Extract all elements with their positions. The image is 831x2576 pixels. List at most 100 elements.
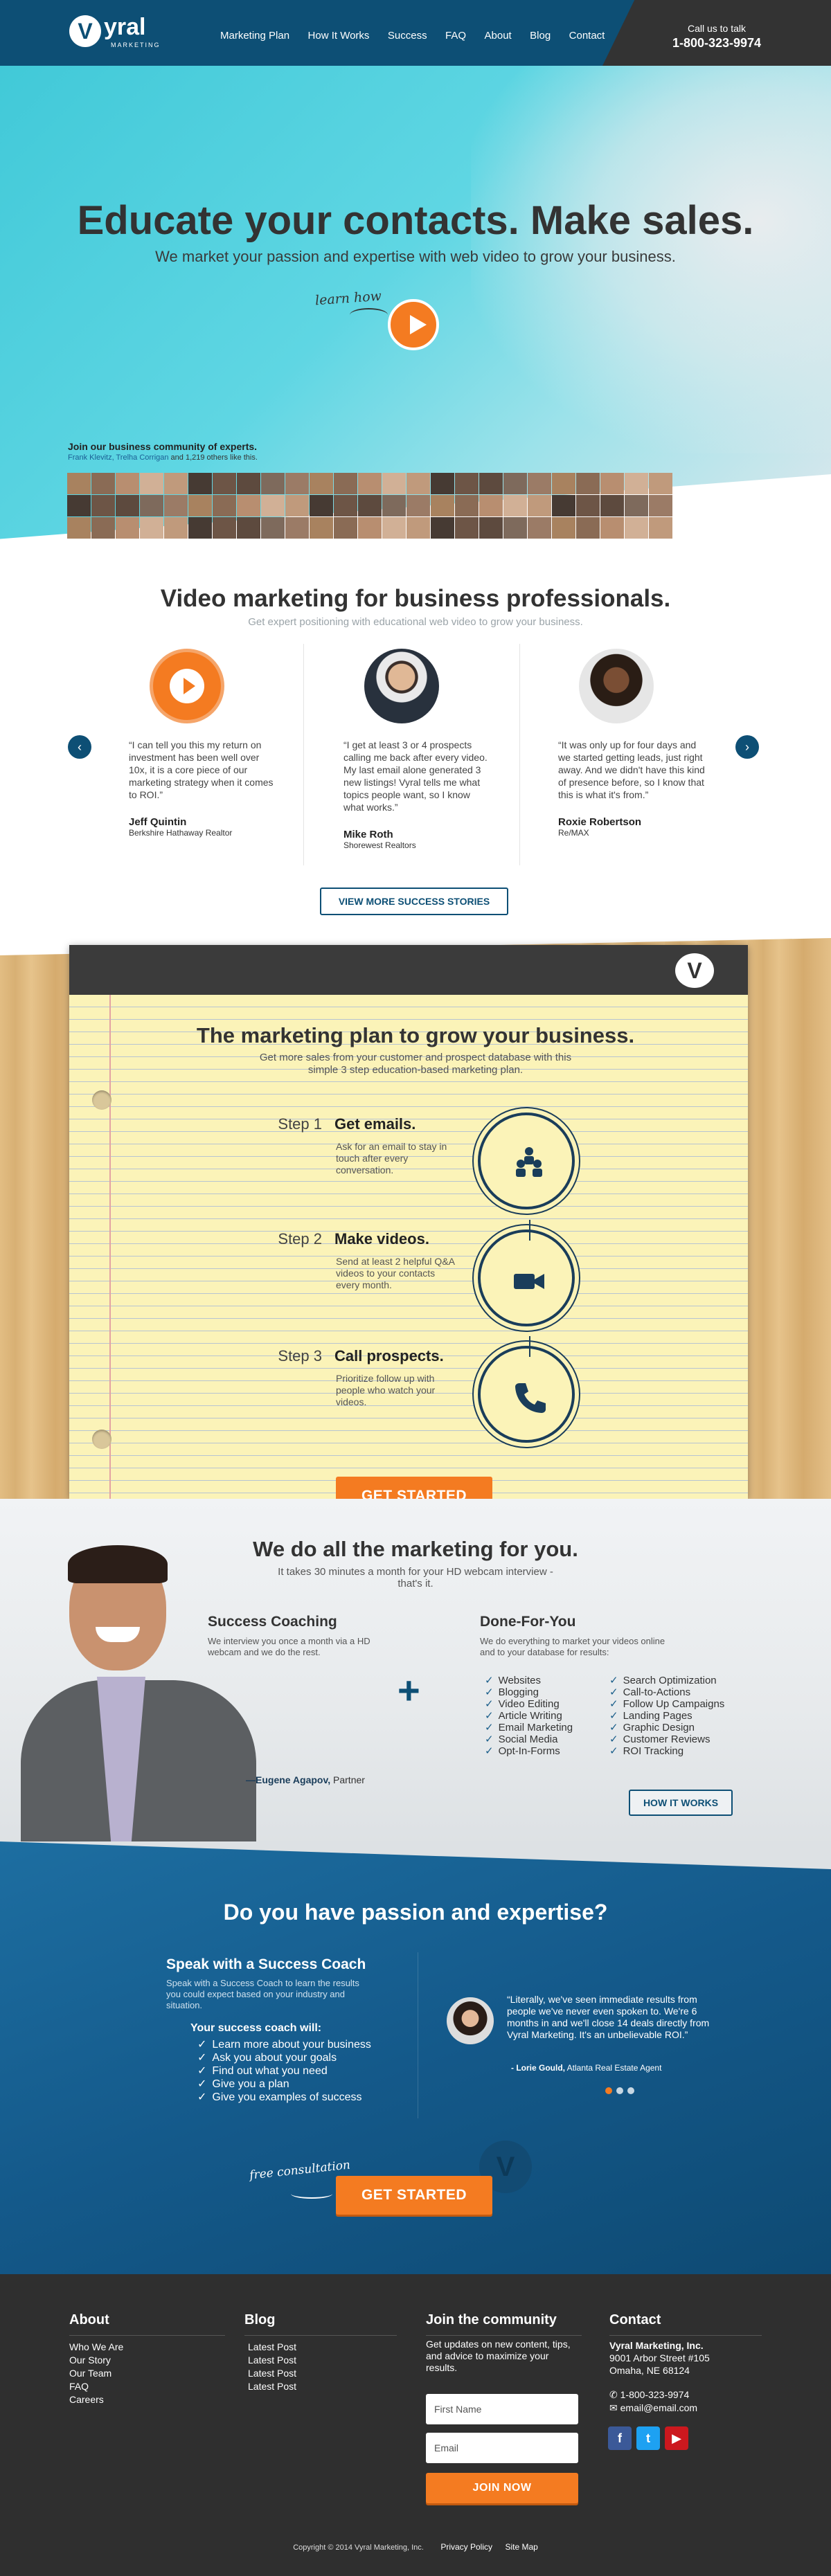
member-avatar[interactable]: [455, 495, 479, 516]
member-avatar[interactable]: [67, 517, 91, 539]
member-avatar[interactable]: [358, 517, 382, 539]
member-avatar[interactable]: [406, 495, 430, 516]
member-avatar[interactable]: [91, 517, 115, 539]
member-avatar[interactable]: [479, 495, 503, 516]
member-avatar[interactable]: [600, 473, 624, 494]
member-avatar[interactable]: [334, 495, 357, 516]
member-avatar[interactable]: [334, 517, 357, 539]
member-avatar[interactable]: [479, 473, 503, 494]
nav-about[interactable]: About: [485, 30, 512, 42]
member-avatar[interactable]: [116, 495, 139, 516]
member-avatar[interactable]: [164, 473, 188, 494]
view-success-stories-button[interactable]: VIEW MORE SUCCESS STORIES: [320, 888, 508, 915]
member-avatar[interactable]: [528, 495, 551, 516]
member-avatar[interactable]: [334, 473, 357, 494]
member-avatar[interactable]: [261, 495, 285, 516]
member-avatar[interactable]: [552, 473, 575, 494]
member-avatar[interactable]: [237, 473, 260, 494]
member-avatar[interactable]: [285, 473, 309, 494]
youtube-icon[interactable]: ▶: [665, 2426, 688, 2450]
member-avatar[interactable]: [503, 517, 527, 539]
member-avatar[interactable]: [552, 495, 575, 516]
member-avatar[interactable]: [261, 473, 285, 494]
member-avatar[interactable]: [140, 473, 163, 494]
footer-link[interactable]: Latest Post: [248, 2380, 296, 2393]
member-avatar[interactable]: [528, 473, 551, 494]
member-avatar[interactable]: [406, 473, 430, 494]
join-now-button[interactable]: JOIN NOW: [426, 2473, 578, 2503]
member-avatar[interactable]: [600, 517, 624, 539]
prev-arrow-icon[interactable]: ‹: [68, 735, 91, 759]
member-avatar[interactable]: [213, 495, 236, 516]
member-avatar[interactable]: [67, 473, 91, 494]
member-avatar[interactable]: [164, 495, 188, 516]
header-phone[interactable]: 1-800-323-9974: [651, 36, 783, 51]
carousel-dot[interactable]: [616, 2087, 623, 2094]
nav-contact[interactable]: Contact: [569, 30, 605, 42]
video-play-avatar[interactable]: [150, 649, 224, 723]
member-avatar[interactable]: [237, 495, 260, 516]
nav-success[interactable]: Success: [388, 30, 427, 42]
member-avatar[interactable]: [503, 495, 527, 516]
member-avatar[interactable]: [431, 517, 454, 539]
member-avatar[interactable]: [285, 517, 309, 539]
member-avatar[interactable]: [600, 495, 624, 516]
sitemap-link[interactable]: Site Map: [505, 2542, 537, 2552]
member-avatar[interactable]: [649, 473, 672, 494]
member-avatar[interactable]: [116, 517, 139, 539]
member-avatar[interactable]: [140, 517, 163, 539]
member-avatar[interactable]: [382, 473, 406, 494]
nav-faq[interactable]: FAQ: [445, 30, 466, 42]
member-avatar[interactable]: [213, 473, 236, 494]
nav-blog[interactable]: Blog: [530, 30, 551, 42]
member-avatar[interactable]: [576, 495, 600, 516]
next-arrow-icon[interactable]: ›: [735, 735, 759, 759]
nav-marketing-plan[interactable]: Marketing Plan: [220, 30, 289, 42]
member-avatar[interactable]: [625, 517, 648, 539]
member-avatar[interactable]: [528, 517, 551, 539]
footer-link[interactable]: Latest Post: [248, 2367, 296, 2380]
member-avatar[interactable]: [67, 495, 91, 516]
member-avatar[interactable]: [116, 473, 139, 494]
member-avatar[interactable]: [358, 495, 382, 516]
member-avatar[interactable]: [382, 495, 406, 516]
member-avatar[interactable]: [382, 517, 406, 539]
member-avatar[interactable]: [649, 495, 672, 516]
logo[interactable]: V yral MARKETING: [69, 14, 173, 52]
get-started-button[interactable]: GET STARTED: [336, 2176, 492, 2215]
member-avatar[interactable]: [576, 473, 600, 494]
email-input[interactable]: Email: [426, 2433, 578, 2463]
footer-email[interactable]: ✉ email@email.com: [609, 2402, 697, 2414]
footer-link[interactable]: Careers: [69, 2393, 123, 2406]
privacy-link[interactable]: Privacy Policy: [440, 2542, 492, 2552]
member-avatar[interactable]: [261, 517, 285, 539]
how-it-works-button[interactable]: HOW IT WORKS: [629, 1790, 733, 1816]
play-video-button[interactable]: [388, 299, 439, 350]
footer-phone[interactable]: ✆ 1-800-323-9974: [609, 2389, 689, 2401]
member-avatar[interactable]: [285, 495, 309, 516]
member-avatar[interactable]: [310, 473, 333, 494]
footer-link[interactable]: Our Team: [69, 2367, 123, 2380]
member-avatar[interactable]: [188, 495, 212, 516]
member-avatar[interactable]: [91, 473, 115, 494]
member-avatar[interactable]: [406, 517, 430, 539]
footer-link[interactable]: Who We Are: [69, 2341, 123, 2354]
member-avatar[interactable]: [310, 517, 333, 539]
member-avatar[interactable]: [455, 517, 479, 539]
member-avatar[interactable]: [164, 517, 188, 539]
twitter-icon[interactable]: t: [636, 2426, 660, 2450]
member-avatar[interactable]: [479, 517, 503, 539]
member-avatar[interactable]: [237, 517, 260, 539]
nav-how-it-works[interactable]: How It Works: [308, 30, 370, 42]
facebook-icon[interactable]: f: [608, 2426, 632, 2450]
member-avatar[interactable]: [431, 495, 454, 516]
member-avatar[interactable]: [213, 517, 236, 539]
member-avatar[interactable]: [310, 495, 333, 516]
member-avatar[interactable]: [91, 495, 115, 516]
member-avatar[interactable]: [188, 473, 212, 494]
footer-link[interactable]: Latest Post: [248, 2341, 296, 2354]
member-avatar[interactable]: [503, 473, 527, 494]
member-avatar[interactable]: [649, 517, 672, 539]
member-avatar[interactable]: [625, 495, 648, 516]
member-avatar[interactable]: [140, 495, 163, 516]
